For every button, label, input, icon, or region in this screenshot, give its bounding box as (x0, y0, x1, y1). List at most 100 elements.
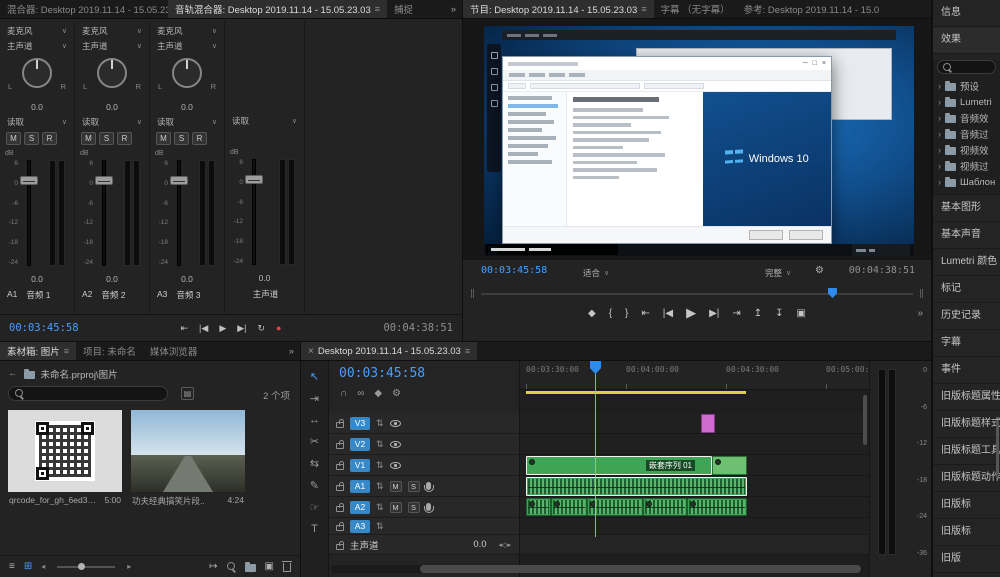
effects-search-input[interactable] (937, 60, 996, 74)
program-playhead[interactable] (828, 288, 837, 298)
fader-handle[interactable] (20, 176, 38, 185)
pan-value[interactable]: 0.0 (80, 102, 144, 114)
tab-media-browser[interactable]: 媒体浏览器 (143, 342, 205, 360)
transport-overflow-icon[interactable]: » (917, 308, 923, 319)
play-icon[interactable]: ▶ (219, 323, 226, 334)
video-frame[interactable]: ─ □ × (484, 26, 914, 256)
clip-audio-a2[interactable] (687, 498, 747, 516)
breadcrumb[interactable]: 未命名.prproj\图片 (41, 367, 118, 381)
sync-lock-icon[interactable]: ⇅ (376, 439, 384, 450)
track-badge[interactable]: A2 (350, 501, 370, 514)
input-select[interactable]: 麦克风∨ (155, 23, 219, 38)
list-view-icon[interactable]: ≡ (9, 561, 15, 572)
lock-icon[interactable] (336, 506, 344, 512)
timeline-current-timecode[interactable]: 00:03:45:58 (339, 366, 425, 381)
tab-reference-monitor[interactable]: 参考: Desktop 2019.11.14 - 15.0 (737, 0, 887, 18)
pan-value[interactable]: 0.0 (155, 102, 219, 114)
lift-icon[interactable]: ↥ (754, 308, 762, 319)
automate-to-sequence-icon[interactable]: ↦ (209, 561, 217, 572)
tab-project[interactable]: 项目: 未命名 (76, 342, 143, 360)
clip-audio-a2[interactable] (526, 498, 551, 516)
razor-tool[interactable]: ✂ (310, 435, 319, 448)
master-volume-value[interactable]: 0.0 (473, 539, 486, 550)
project-item-video[interactable]: 功夫经典搞笑片段.. 4:24 (131, 410, 245, 507)
tab-audio-clip-mixer[interactable]: 混合器: Desktop 2019.11.14 - 15.05.23.03 (0, 0, 168, 18)
track-badge[interactable]: A3 (350, 520, 370, 533)
new-bin-icon[interactable] (245, 564, 256, 572)
voiceover-mic-icon[interactable] (426, 482, 431, 490)
panel-tab-essential-graphics[interactable]: 基本图形 (933, 195, 1000, 222)
playback-resolution-select[interactable]: 完整∨ (763, 265, 793, 280)
mute-button[interactable]: M (6, 132, 21, 145)
record-icon[interactable]: ● (276, 323, 281, 333)
track-badge[interactable]: A1 (350, 480, 370, 493)
fader-handle[interactable] (245, 175, 263, 184)
goto-in-icon[interactable]: ⇤ (641, 308, 649, 319)
voiceover-mic-icon[interactable] (426, 503, 431, 511)
track-output-eye-icon[interactable] (390, 462, 401, 469)
panel-menu-icon[interactable]: ≡ (641, 4, 646, 14)
right-panel-scrollbar[interactable] (996, 420, 999, 478)
lock-icon[interactable] (336, 485, 344, 491)
video-thumbnail[interactable] (131, 410, 245, 492)
playhead-line[interactable] (595, 361, 596, 537)
mute-button[interactable]: M (81, 132, 96, 145)
track-output-eye-icon[interactable] (390, 420, 401, 427)
mute-button[interactable]: M (156, 132, 171, 145)
qrcode-thumbnail[interactable] (8, 410, 122, 492)
track-select-tool[interactable]: ⇥ (310, 392, 319, 405)
lock-icon[interactable] (336, 525, 344, 531)
panel-menu-icon[interactable]: ≡ (375, 4, 380, 14)
volume-value[interactable]: 0.0 (230, 273, 299, 285)
panel-tab-history[interactable]: 历史记录 (933, 303, 1000, 330)
effects-bin-video-effects[interactable]: ›视频效 (933, 142, 1000, 158)
panel-tab-legacy-title[interactable]: 旧版 (933, 546, 1000, 573)
add-marker-icon[interactable]: ◆ (588, 308, 596, 319)
loop-icon[interactable]: ↻ (258, 323, 266, 334)
goto-out-icon[interactable]: ⇥ (732, 308, 740, 319)
master-volume-fader[interactable]: dB 60-6-12-18-24 (230, 151, 299, 273)
sync-lock-icon[interactable]: ⇅ (376, 460, 384, 471)
effects-bin-templates[interactable]: ›Шаблон (933, 174, 1000, 190)
project-item-qrcode[interactable]: qrcode_for_gh_6ed343.. 5:00 (8, 410, 122, 505)
input-select[interactable]: 麦克风∨ (80, 23, 144, 38)
mute-button[interactable]: M (390, 481, 402, 492)
solo-button[interactable]: S (24, 132, 39, 145)
clip-nested-sequence[interactable]: 嵌套序列 01 (526, 456, 712, 475)
selection-tool[interactable]: ↖ (310, 370, 319, 383)
panel-tab-effects[interactable]: 效果 (933, 27, 1000, 54)
keyframe-nav-icon[interactable]: ◂◇▸ (499, 541, 511, 549)
volume-value[interactable]: 0.0 (5, 274, 69, 286)
settings-wrench-icon[interactable]: ⚙ (815, 265, 824, 276)
timeline-horizontal-scrollbar[interactable] (420, 565, 861, 573)
snap-icon[interactable]: ∩ (340, 388, 347, 399)
pan-value[interactable]: 0.0 (5, 102, 69, 114)
volume-fader[interactable]: dB 60-6-12-18-24 (5, 152, 69, 274)
extract-icon[interactable]: ↧ (775, 308, 783, 319)
project-search-input[interactable] (8, 386, 168, 401)
clip-video-v1b[interactable] (712, 456, 747, 475)
goto-in-icon[interactable]: ⇤ (181, 323, 189, 334)
hand-tool[interactable]: ☞ (310, 501, 320, 514)
delete-icon[interactable] (283, 563, 291, 572)
effects-bin-presets[interactable]: ›预设 (933, 78, 1000, 94)
panel-tab-lumetri-color[interactable]: Lumetri 颜色 (933, 249, 1000, 276)
tab-audio-track-mixer[interactable]: 音轨混合器: Desktop 2019.11.14 - 15.05.23.03≡ (168, 0, 387, 18)
mark-in-icon[interactable]: { (609, 308, 612, 319)
step-forward-icon[interactable]: ▶| (709, 308, 719, 319)
clip-name[interactable]: 功夫经典搞笑片段.. (132, 495, 205, 507)
step-back-icon[interactable]: |◀ (663, 308, 673, 319)
scrub-handle-left[interactable] (471, 289, 474, 298)
sync-lock-icon[interactable]: ⇅ (376, 521, 384, 532)
timeline-settings-icon[interactable]: ⚙ (392, 388, 401, 399)
ripple-edit-tool[interactable]: ↔ (309, 414, 320, 426)
panel-menu-icon[interactable]: ≡ (64, 346, 69, 356)
zoom-level-select[interactable]: 适合∨ (581, 265, 611, 280)
pen-tool[interactable]: ✎ (310, 479, 319, 492)
play-icon[interactable]: ▶ (686, 305, 696, 321)
lock-icon[interactable] (336, 443, 344, 449)
slip-tool[interactable]: ⇆ (310, 457, 319, 470)
volume-value[interactable]: 0.0 (155, 274, 219, 286)
panel-tab-legacy-title-properties[interactable]: 旧版标题属性 (933, 384, 1000, 411)
tab-overflow-icon[interactable]: » (283, 346, 300, 357)
